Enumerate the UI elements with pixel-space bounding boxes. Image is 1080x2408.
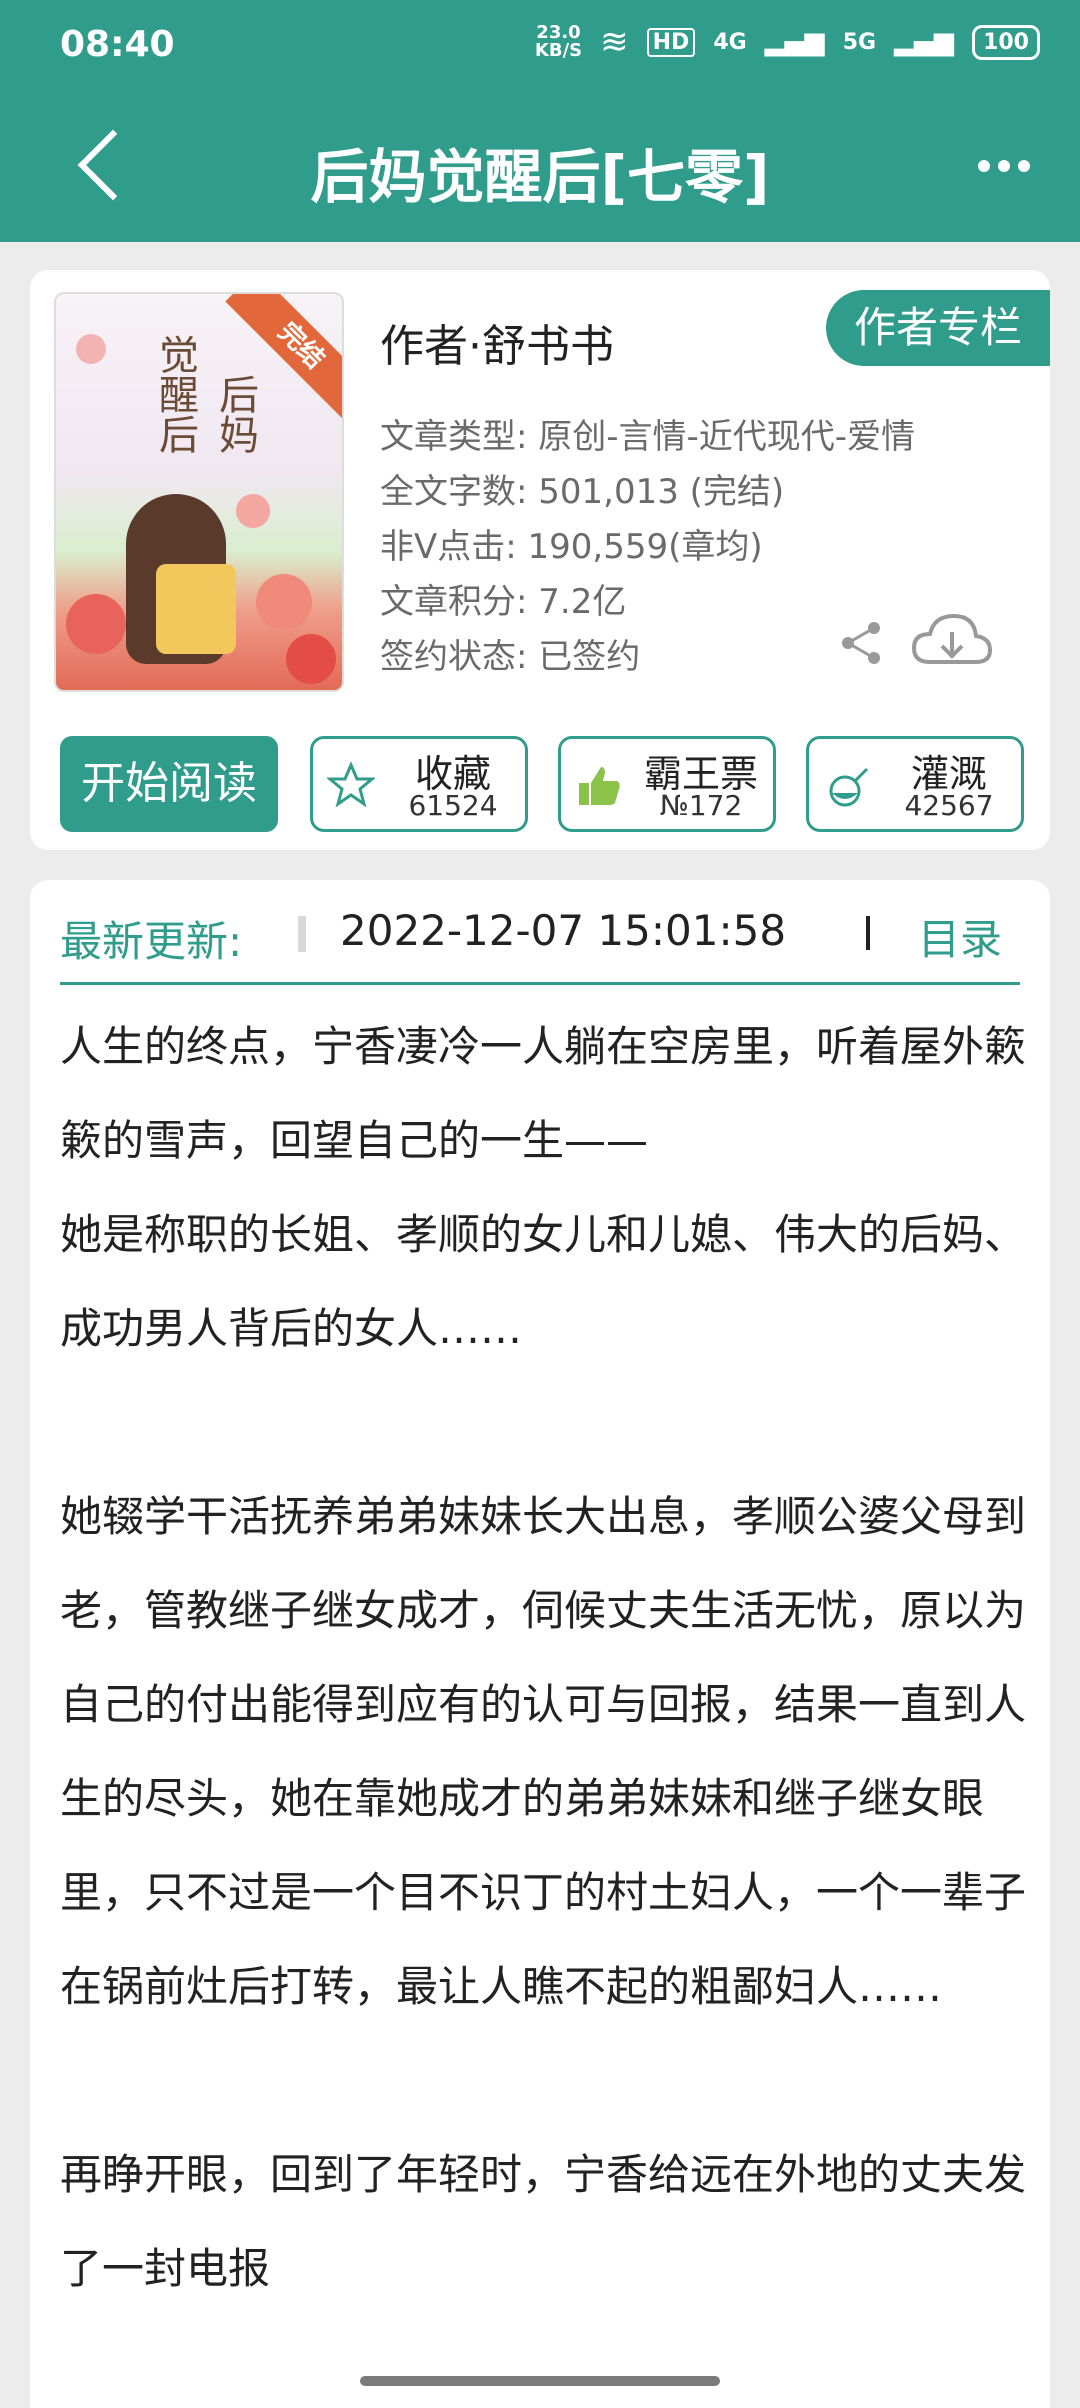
cover-title-line1: 后妈 bbox=[212, 374, 258, 454]
update-marquee-edge bbox=[298, 916, 306, 952]
author-column-button[interactable]: 作者专栏 bbox=[826, 290, 1050, 366]
description-paragraph: 再睁开眼，回到了年轻时，宁香给远在外地的丈夫发了一封电报 bbox=[60, 2150, 1027, 2293]
book-description: 人生的终点，宁香凄冷一人躺在空房里，听着屋外簌簌的雪声，回望自己的一生—— 她是… bbox=[60, 1000, 1040, 2316]
collect-button[interactable]: 收藏 61524 bbox=[310, 736, 528, 832]
vote-count: №172 bbox=[659, 789, 743, 822]
watering-flask-icon bbox=[829, 767, 869, 807]
signal-bars-icon-2: ▂▄▆ bbox=[894, 27, 955, 57]
net-speed-unit: KB/S bbox=[534, 40, 583, 61]
description-paragraph: 人生的终点，宁香凄冷一人躺在空房里，听着屋外簌簌的雪声，回望自己的一生—— bbox=[60, 1022, 1027, 1165]
battery-icon: 100 bbox=[972, 24, 1040, 60]
star-icon bbox=[327, 761, 375, 808]
wifi-icon: ≋ bbox=[600, 22, 629, 62]
signal-5g-icon: 5G bbox=[842, 29, 877, 55]
meta-type: 文章类型: 原创-言情-近代现代-爱情 bbox=[380, 417, 916, 457]
action-bar: 开始阅读 收藏 61524 霸王票 №172 灌溉 42567 bbox=[60, 736, 1024, 832]
vote-button[interactable]: 霸王票 №172 bbox=[558, 736, 776, 832]
book-info-card: 后妈 觉醒后 完结 作者·舒书书 作者专栏 文章类型: 原创-言情-近代现代-爱… bbox=[30, 270, 1050, 850]
download-icon[interactable] bbox=[910, 610, 994, 672]
meta-word-count: 全文字数: 501,013 (完结) bbox=[380, 472, 785, 512]
meta-clicks: 非Ⅴ点击: 190,559(章均) bbox=[380, 527, 763, 567]
home-indicator[interactable] bbox=[360, 2376, 720, 2386]
share-icon[interactable] bbox=[836, 618, 886, 668]
cover-dress bbox=[156, 564, 236, 654]
author-name[interactable]: 作者·舒书书 bbox=[380, 310, 614, 374]
status-icons: 23.0 KB/S ≋ HD 4G ▂▄▆ 5G ▂▄▆ 100 bbox=[535, 22, 1040, 62]
signal-bars-icon: ▂▄▆ bbox=[764, 27, 825, 57]
description-paragraph: 她是称职的长姐、孝顺的女儿和儿媳、伟大的后妈、成功男人背后的女人…… bbox=[60, 1210, 1027, 1353]
table-of-contents-link[interactable]: 目录 bbox=[918, 906, 1002, 967]
book-meta: 文章类型: 原创-言情-近代现代-爱情 全文字数: 501,013 (完结) 非… bbox=[380, 410, 915, 685]
collect-count: 61524 bbox=[408, 789, 498, 822]
divider bbox=[60, 982, 1020, 985]
description-paragraph: 她辍学干活抚养弟弟妹妹长大出息，孝顺公婆父母到老，管教继子继女成才，伺候丈夫生活… bbox=[60, 1492, 1027, 2011]
meta-sign-status: 签约状态: 已签约 bbox=[380, 637, 641, 677]
start-reading-button[interactable]: 开始阅读 bbox=[60, 736, 278, 832]
water-count: 42567 bbox=[904, 789, 994, 822]
cover-title-line2: 觉醒后 bbox=[152, 334, 198, 454]
signal-4g-icon: 4G bbox=[713, 29, 747, 55]
app-header: 08:40 23.0 KB/S ≋ HD 4G ▂▄▆ 5G ▂▄▆ 100 后… bbox=[0, 0, 1080, 242]
more-icon[interactable] bbox=[978, 160, 1030, 172]
latest-update-label: 最新更新: bbox=[60, 917, 243, 966]
thumbs-up-icon bbox=[579, 767, 620, 805]
status-time: 08:40 bbox=[60, 24, 175, 65]
water-button[interactable]: 灌溉 42567 bbox=[806, 736, 1024, 832]
net-speed: 23.0 KB/S bbox=[535, 24, 582, 60]
book-cover[interactable]: 后妈 觉醒后 完结 bbox=[54, 292, 344, 692]
latest-update-date[interactable]: 2022-12-07 15:01:58 bbox=[340, 906, 786, 955]
hd-icon: HD bbox=[646, 27, 696, 57]
page-title: 后妈觉醒后[七零] bbox=[310, 143, 770, 211]
update-separator bbox=[866, 916, 870, 950]
meta-score: 文章积分: 7.2亿 bbox=[380, 582, 627, 622]
intro-card: 最新更新: 2022-12-07 15:01:58 目录 人生的终点，宁香凄冷一… bbox=[30, 880, 1050, 2408]
